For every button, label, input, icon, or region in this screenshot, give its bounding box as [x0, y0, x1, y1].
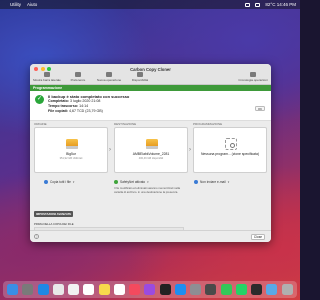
ccc-window: Carbon Copy Cloner Mostra barra laterale…: [30, 64, 271, 242]
toolbar-label: Disponibilità: [131, 78, 149, 82]
toolbar-label: Cronologia operazioni: [238, 78, 268, 82]
ok-button[interactable]: OK: [255, 106, 265, 111]
toolbar-sidebar-button[interactable]: Mostra barra laterale: [33, 72, 61, 82]
chevron-down-icon: ▾: [72, 180, 75, 184]
bottom-bar: ? Close: [30, 230, 271, 242]
whatsapp-icon[interactable]: [235, 284, 247, 295]
task-panes: ORIGINE Big5ur 351,92 GB Utilizzati › DE…: [34, 122, 267, 174]
appstore-icon[interactable]: [174, 284, 186, 295]
source-selector[interactable]: Big5ur 351,92 GB Utilizzati: [34, 127, 108, 173]
copy-filter-dropdown[interactable]: Copia tutti i file ▾: [44, 180, 74, 184]
advanced-settings-toggle[interactable]: IMPOSTAZIONI AVANZATE: [34, 211, 74, 217]
finder-icon[interactable]: [7, 284, 19, 295]
menu-bar: Utility Aiuto 82°C 14:46 PM: [0, 0, 300, 9]
source-name: Big5ur: [66, 152, 76, 156]
safari-icon[interactable]: [37, 284, 49, 295]
terminal-icon[interactable]: [251, 284, 263, 295]
safetynet-note: I file modificati ed eliminati saranno m…: [114, 186, 181, 194]
launchpad-icon[interactable]: [22, 284, 34, 295]
music-icon[interactable]: [129, 284, 141, 295]
source-header: ORIGINE: [34, 122, 47, 126]
source-usage: 351,92 GB Utilizzati: [59, 156, 83, 160]
disks-icon: [137, 72, 143, 77]
notes-icon[interactable]: [98, 284, 110, 295]
wifi-icon[interactable]: [255, 2, 261, 7]
chevron-down-icon: ▾: [147, 180, 149, 184]
advanced-settings: IMPOSTAZIONI AVANZATE PRIMA DELLA COPIA …: [34, 202, 267, 233]
calendar-icon[interactable]: [83, 284, 95, 295]
status-panel: ✓ Il backup è stato completato con succe…: [30, 91, 271, 121]
menu-bar-clock[interactable]: 82°C 14:46 PM: [265, 2, 296, 7]
reminders-icon[interactable]: [113, 284, 125, 295]
appletv-icon[interactable]: [159, 284, 171, 295]
arrow-right-icon: ›: [109, 147, 111, 153]
window-titlebar: Carbon Copy Cloner Mostra barra laterale…: [30, 64, 271, 85]
toolbar-preferences-button[interactable]: Preferenze: [64, 72, 92, 82]
new-task-icon: [106, 72, 112, 77]
messages-icon[interactable]: [220, 284, 232, 295]
schedule-pane[interactable]: PROGRAMMAZIONE Nessuna program... (zione…: [193, 122, 267, 174]
destination-name: AMBElabkVolume_2281: [132, 152, 170, 156]
destination-header: DESTINAZIONE: [114, 122, 137, 126]
destination-free: 400,46 GB disponibili: [138, 156, 164, 160]
toolbar: Mostra barra laterale Preferenze Nuova o…: [33, 72, 154, 82]
ccc-icon[interactable]: [205, 284, 217, 295]
safetynet-dropdown[interactable]: SafetyNet attivato ▾: [114, 180, 149, 184]
schedule-name: Nessuna program... (zione specificata): [200, 152, 260, 156]
email-label: Non inviare e-mail: [200, 180, 226, 184]
menu-bar-status: 82°C 14:46 PM: [245, 2, 296, 7]
history-icon: [250, 72, 256, 77]
sidebar-icon: [44, 72, 50, 77]
menu-item-help[interactable]: Aiuto: [27, 2, 37, 7]
help-button[interactable]: ?: [34, 234, 39, 239]
chevron-down-icon: ▾: [227, 180, 230, 184]
toolbar-label: Nuova operazione: [96, 78, 122, 82]
schedule-selector[interactable]: Nessuna program... (zione specificata): [193, 127, 267, 173]
photos-icon[interactable]: [68, 284, 80, 295]
trash-icon[interactable]: [281, 284, 293, 295]
battery-icon[interactable]: [245, 2, 251, 7]
settings-icon[interactable]: [190, 284, 202, 295]
destination-selector[interactable]: AMBElabkVolume_2281 400,46 GB disponibil…: [114, 127, 188, 173]
toolbar-disks-button[interactable]: Disponibilità: [126, 72, 154, 82]
safetynet-label: SafetyNet attivato: [120, 180, 146, 184]
copy-filter-label: Copia tutti i file: [50, 180, 71, 184]
safetynet-icon: [114, 180, 118, 184]
task-options: Copia tutti i file ▾ SafetyNet attivato …: [34, 180, 267, 194]
toolbar-history-button[interactable]: Cronologia operazioni: [238, 72, 268, 82]
destination-disk-icon: [146, 139, 158, 149]
folder-icon[interactable]: [266, 284, 278, 295]
podcasts-icon[interactable]: [144, 284, 156, 295]
filter-icon: [44, 180, 48, 184]
schedule-header: PROGRAMMAZIONE: [193, 122, 223, 126]
status-copied: File copiati: 4,67 TCD (23,79 GB): [48, 109, 103, 113]
toolbar-new-task-button[interactable]: Nuova operazione: [95, 72, 123, 82]
success-check-icon: ✓: [35, 95, 44, 104]
destination-pane[interactable]: DESTINAZIONE AMBElabkVolume_2281 400,46 …: [114, 122, 188, 174]
status-details: Il backup è stato completato con success…: [48, 94, 129, 114]
preferences-icon: [75, 72, 81, 77]
dock: [3, 281, 297, 298]
toolbar-label: Preferenze: [70, 78, 86, 82]
source-pane[interactable]: ORIGINE Big5ur 351,92 GB Utilizzati: [34, 122, 108, 174]
toolbar-label: Mostra barra laterale: [33, 78, 61, 82]
schedule-gear-icon: [225, 138, 237, 150]
menu-item-utility[interactable]: Utility: [10, 2, 21, 7]
mail-icon: [194, 180, 198, 184]
email-dropdown[interactable]: Non inviare e-mail ▾: [194, 180, 229, 184]
arrow-right-icon: ›: [189, 147, 191, 153]
close-button[interactable]: Close: [251, 234, 265, 240]
before-copy-label: PRIMA DELLA COPIA DEI FILE: [34, 222, 74, 226]
source-disk-icon: [66, 139, 78, 149]
chrome-icon[interactable]: [52, 284, 64, 295]
